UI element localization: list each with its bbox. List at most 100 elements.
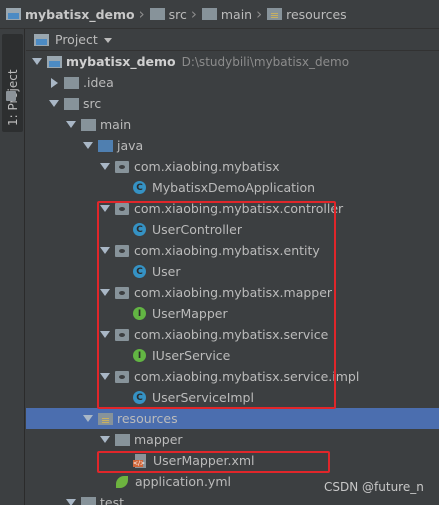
breadcrumb-item-src[interactable]: src xyxy=(149,4,187,24)
resources-folder-icon xyxy=(267,8,283,20)
panel-title[interactable]: Project xyxy=(55,32,98,47)
tree-node-label: UserMapper.xml xyxy=(153,453,255,468)
package-icon xyxy=(115,160,129,173)
tree-node-interface[interactable]: I UserMapper xyxy=(26,303,439,324)
folder-icon xyxy=(149,8,165,20)
breadcrumb-item-resources[interactable]: resources xyxy=(267,4,347,24)
tree-node-class[interactable]: C UserController xyxy=(26,219,439,240)
tree-node-root[interactable]: mybatisx_demo D:\studybili\mybatisx_demo xyxy=(26,51,439,72)
breadcrumb-label: resources xyxy=(286,6,347,22)
class-icon: C xyxy=(133,391,146,404)
xml-file-icon: </> xyxy=(133,453,147,468)
package-icon xyxy=(115,328,129,341)
class-icon: C xyxy=(133,265,146,278)
expand-arrow-icon[interactable] xyxy=(82,140,94,152)
chevron-right-icon: › xyxy=(190,5,197,23)
expand-arrow-icon[interactable] xyxy=(99,245,111,257)
expand-arrow-icon[interactable] xyxy=(99,329,111,341)
tree-node-label: MybatisxDemoApplication xyxy=(152,180,316,195)
collapse-arrow-icon[interactable] xyxy=(48,77,60,89)
chevron-right-icon: › xyxy=(256,5,263,23)
tree-node-label: User xyxy=(152,264,181,279)
breadcrumb-item-project[interactable]: mybatisx_demo xyxy=(6,4,135,24)
tree-node-label: UserMapper xyxy=(152,306,228,321)
tree-node-class[interactable]: C User xyxy=(26,261,439,282)
class-icon: C xyxy=(133,181,146,194)
chevron-down-icon[interactable] xyxy=(103,38,112,43)
tree-node-label: com.xiaobing.mybatisx.service xyxy=(134,327,329,342)
breadcrumb-item-main[interactable]: main xyxy=(201,4,252,24)
tree-node-label: UserController xyxy=(152,222,242,237)
expand-arrow-icon[interactable] xyxy=(99,203,111,215)
expand-arrow-icon[interactable] xyxy=(99,161,111,173)
project-folder-icon xyxy=(6,8,21,20)
folder-icon xyxy=(81,496,96,505)
tree-node-class[interactable]: C MybatisxDemoApplication xyxy=(26,177,439,198)
tree-node-label: IUserService xyxy=(152,348,231,363)
project-folder-icon xyxy=(47,55,62,68)
chevron-right-icon: › xyxy=(138,5,145,23)
tree-node-label: mapper xyxy=(134,432,183,447)
expand-arrow-icon[interactable] xyxy=(31,56,43,68)
tree-node-label: com.xiaobing.mybatisx xyxy=(134,159,280,174)
project-tree: mybatisx_demo D:\studybili\mybatisx_demo… xyxy=(26,51,439,505)
tree-node-idea[interactable]: . idea xyxy=(26,72,439,93)
folder-icon xyxy=(64,76,79,89)
watermark: CSDN @future_n xyxy=(324,480,424,494)
tree-node-label: mybatisx_demo xyxy=(66,54,176,69)
tree-node-label: java xyxy=(117,138,144,153)
folder-icon xyxy=(64,97,79,110)
tree-node-xml-file[interactable]: </> UserMapper.xml xyxy=(26,450,439,471)
structure-icon[interactable] xyxy=(6,91,16,101)
breadcrumb-label: mybatisx_demo xyxy=(25,6,135,22)
tree-node-label: main xyxy=(100,117,132,132)
package-icon xyxy=(115,202,129,215)
tree-node-src[interactable]: src xyxy=(26,93,439,114)
tree-node-label: src xyxy=(83,96,102,111)
source-folder-icon xyxy=(98,139,113,152)
tree-node-main[interactable]: main xyxy=(26,114,439,135)
folder-icon xyxy=(201,8,217,20)
tree-node-class[interactable]: C UserServiceImpl xyxy=(26,387,439,408)
tree-node-label: UserServiceImpl xyxy=(152,390,254,405)
tree-node-package[interactable]: com.xiaobing.mybatisx xyxy=(26,156,439,177)
tree-node-label: test xyxy=(100,495,125,505)
folder-icon xyxy=(115,433,130,446)
package-icon xyxy=(115,286,129,299)
tree-node-package[interactable]: com.xiaobing.mybatisx.service xyxy=(26,324,439,345)
breadcrumb-label: src xyxy=(168,6,187,22)
breadcrumb: mybatisx_demo › src › main › resources xyxy=(0,0,439,29)
tree-node-package[interactable]: com.xiaobing.mybatisx.mapper xyxy=(26,282,439,303)
expand-arrow-icon[interactable] xyxy=(99,287,111,299)
package-icon xyxy=(115,370,129,383)
interface-icon: I xyxy=(133,307,146,320)
spring-config-icon xyxy=(115,475,129,489)
resources-folder-icon xyxy=(98,412,113,425)
interface-icon: I xyxy=(133,349,146,362)
package-icon xyxy=(115,244,129,257)
expand-arrow-icon[interactable] xyxy=(65,119,77,131)
tree-node-java[interactable]: java xyxy=(26,135,439,156)
tree-node-interface[interactable]: I IUserService xyxy=(26,345,439,366)
left-tool-strip: 1: Project xyxy=(0,29,25,505)
tree-node-resources[interactable]: resources xyxy=(26,408,439,429)
project-tool-tab[interactable]: 1: Project xyxy=(2,34,23,132)
tree-node-label: com.xiaobing.mybatisx.entity xyxy=(134,243,320,258)
project-path: D:\studybili\mybatisx_demo xyxy=(181,54,350,69)
expand-arrow-icon[interactable] xyxy=(82,413,94,425)
tree-node-label: com.xiaobing.mybatisx.mapper xyxy=(134,285,333,300)
project-panel-header: Project xyxy=(26,29,439,51)
expand-arrow-icon[interactable] xyxy=(48,98,60,110)
tree-node-label: com.xiaobing.mybatisx.controller xyxy=(134,201,344,216)
tree-node-mapper-folder[interactable]: mapper xyxy=(26,429,439,450)
tree-node-label: idea xyxy=(86,75,114,90)
tree-node-label: com.xiaobing.mybatisx.service.impl xyxy=(134,369,360,384)
expand-arrow-icon[interactable] xyxy=(99,434,111,446)
tree-node-package[interactable]: com.xiaobing.mybatisx.controller xyxy=(26,198,439,219)
expand-arrow-icon[interactable] xyxy=(99,371,111,383)
expand-arrow-icon[interactable] xyxy=(65,497,77,505)
project-view-icon xyxy=(34,33,49,46)
tree-node-package[interactable]: com.xiaobing.mybatisx.entity xyxy=(26,240,439,261)
tree-node-package[interactable]: com.xiaobing.mybatisx.service.impl xyxy=(26,366,439,387)
tree-node-label: resources xyxy=(117,411,178,426)
